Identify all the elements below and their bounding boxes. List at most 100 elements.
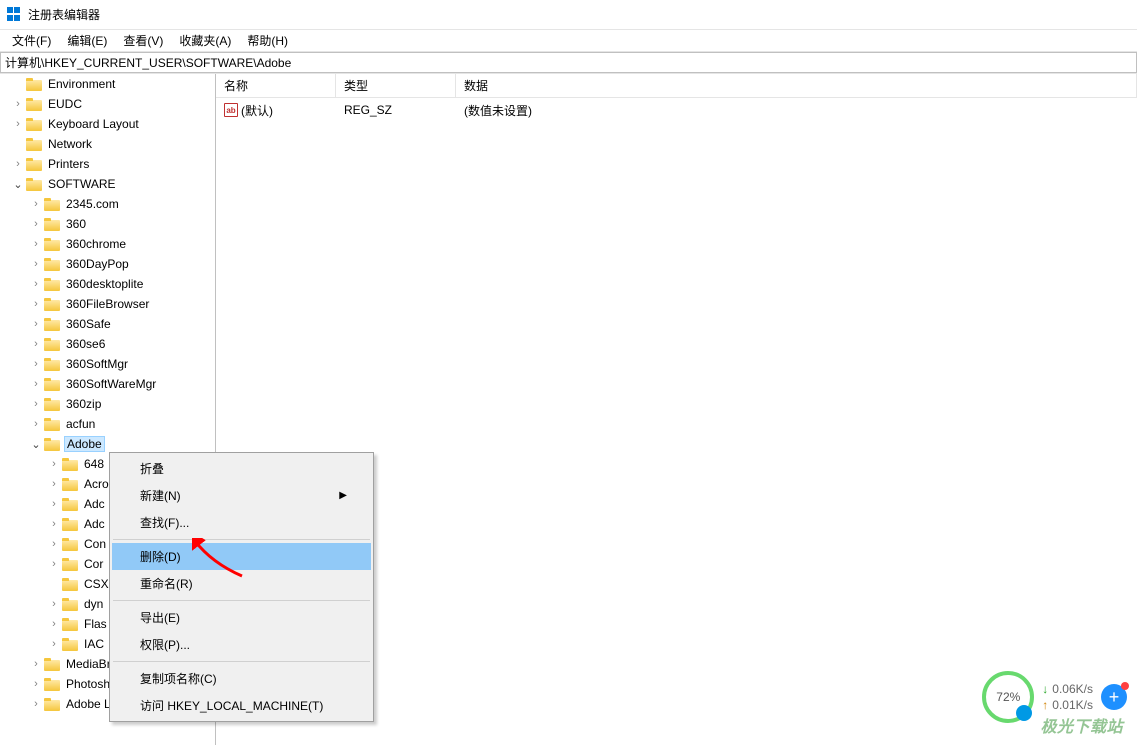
col-name[interactable]: 名称 (216, 74, 336, 97)
folder-icon (44, 378, 60, 391)
expander-icon[interactable]: › (28, 398, 44, 410)
expander-icon[interactable]: › (46, 458, 62, 470)
tree-item[interactable]: ›360SoftWareMgr (0, 374, 215, 394)
upload-arrow-icon: ↑ (1042, 698, 1048, 712)
folder-icon (26, 98, 42, 111)
expander-icon[interactable]: › (28, 298, 44, 310)
download-arrow-icon: ↓ (1042, 682, 1048, 696)
expander-icon[interactable]: › (28, 318, 44, 330)
widget-stats: ↓0.06K/s ↑0.01K/s (1042, 682, 1093, 712)
expander-icon[interactable]: › (46, 558, 62, 570)
tree-item-printers[interactable]: › Printers (0, 154, 215, 174)
folder-icon (44, 198, 60, 211)
expander-icon[interactable]: › (28, 198, 44, 210)
context-menu-item[interactable]: 新建(N)▶ (112, 482, 371, 509)
tree-item[interactable]: ›acfun (0, 414, 215, 434)
expander-icon[interactable]: ⌄ (10, 178, 26, 191)
expander-icon[interactable]: › (28, 378, 44, 390)
tree-item[interactable]: ›360DayPop (0, 254, 215, 274)
context-menu: 折叠新建(N)▶查找(F)... 删除(D)重命名(R) 导出(E)权限(P)...… (109, 452, 374, 722)
folder-icon (62, 578, 78, 591)
menu-separator (113, 661, 370, 662)
expander-icon[interactable]: › (28, 218, 44, 230)
folder-icon (62, 638, 78, 651)
expander-icon[interactable]: › (46, 538, 62, 550)
tree-item[interactable]: ›360desktoplite (0, 274, 215, 294)
menu-favorites[interactable]: 收藏夹(A) (171, 30, 239, 51)
context-menu-item[interactable]: 访问 HKEY_LOCAL_MACHINE(T) (112, 692, 371, 719)
context-menu-item[interactable]: 查找(F)... (112, 509, 371, 536)
tree-item[interactable]: ›2345.com (0, 194, 215, 214)
expander-icon[interactable]: › (28, 238, 44, 250)
value-data: (数值未设置) (460, 102, 536, 119)
tree-item[interactable]: ›360se6 (0, 334, 215, 354)
context-menu-item[interactable]: 折叠 (112, 455, 371, 482)
list-row[interactable]: ab (默认) REG_SZ (数值未设置) (216, 100, 1137, 120)
folder-icon (44, 438, 60, 451)
expander-icon[interactable]: ⌄ (28, 438, 44, 451)
tree-item[interactable]: ›360zip (0, 394, 215, 414)
tree-item-adobe[interactable]: ⌄ Adobe (0, 434, 215, 454)
expander-icon[interactable]: › (28, 278, 44, 290)
widget-plus-button[interactable]: + (1101, 684, 1127, 710)
context-menu-item[interactable]: 导出(E) (112, 604, 371, 631)
folder-icon (62, 498, 78, 511)
expander-icon[interactable]: › (28, 658, 44, 670)
context-menu-item[interactable]: 删除(D) (112, 543, 371, 570)
context-menu-item[interactable]: 权限(P)... (112, 631, 371, 658)
menu-file[interactable]: 文件(F) (4, 30, 59, 51)
expander-icon[interactable]: › (28, 678, 44, 690)
tree-item-network[interactable]: Network (0, 134, 215, 154)
expander-icon[interactable]: › (10, 98, 26, 110)
expander-icon[interactable]: › (28, 358, 44, 370)
perf-widget[interactable]: 72% ↓0.06K/s ↑0.01K/s + (982, 671, 1127, 723)
folder-icon (26, 178, 42, 191)
address-bar[interactable]: 计算机\HKEY_CURRENT_USER\SOFTWARE\Adobe (0, 52, 1137, 73)
folder-icon (44, 298, 60, 311)
widget-percent-circle[interactable]: 72% (982, 671, 1034, 723)
folder-icon (44, 338, 60, 351)
folder-icon (44, 358, 60, 371)
value-type: REG_SZ (340, 103, 460, 117)
string-value-icon: ab (224, 103, 238, 117)
menu-help[interactable]: 帮助(H) (239, 30, 296, 51)
expander-icon[interactable]: › (46, 638, 62, 650)
tree-item[interactable]: ›360Safe (0, 314, 215, 334)
tree-item-software[interactable]: ⌄ SOFTWARE (0, 174, 215, 194)
folder-icon (44, 658, 60, 671)
expander-icon[interactable]: › (28, 338, 44, 350)
expander-icon[interactable]: › (46, 598, 62, 610)
submenu-arrow-icon: ▶ (339, 490, 347, 501)
folder-icon (62, 598, 78, 611)
tree-item[interactable]: ›360 (0, 214, 215, 234)
expander-icon[interactable]: › (10, 118, 26, 130)
folder-icon (44, 258, 60, 271)
expander-icon[interactable]: › (28, 418, 44, 430)
tree-item[interactable]: ›360SoftMgr (0, 354, 215, 374)
expander-icon[interactable]: › (46, 618, 62, 630)
expander-icon[interactable]: › (28, 698, 44, 710)
address-text: 计算机\HKEY_CURRENT_USER\SOFTWARE\Adobe (5, 54, 291, 71)
folder-icon (62, 538, 78, 551)
context-menu-item[interactable]: 重命名(R) (112, 570, 371, 597)
folder-icon (26, 78, 42, 91)
expander-icon[interactable]: › (46, 498, 62, 510)
expander-icon[interactable]: › (28, 258, 44, 270)
tree-item-eudc[interactable]: › EUDC (0, 94, 215, 114)
folder-icon (44, 398, 60, 411)
tree-item-environment[interactable]: Environment (0, 74, 215, 94)
col-type[interactable]: 类型 (336, 74, 456, 97)
expander-icon[interactable]: › (46, 518, 62, 530)
tree-item[interactable]: ›360chrome (0, 234, 215, 254)
expander-icon[interactable]: › (10, 158, 26, 170)
folder-icon (62, 458, 78, 471)
col-data[interactable]: 数据 (456, 74, 1137, 97)
tree-item[interactable]: ›360FileBrowser (0, 294, 215, 314)
menu-edit[interactable]: 编辑(E) (59, 30, 115, 51)
list-header: 名称 类型 数据 (216, 74, 1137, 98)
context-menu-item[interactable]: 复制项名称(C) (112, 665, 371, 692)
expander-icon[interactable]: › (46, 478, 62, 490)
tree-item-keyboard-layout[interactable]: › Keyboard Layout (0, 114, 215, 134)
menu-view[interactable]: 查看(V) (115, 30, 171, 51)
folder-icon (62, 518, 78, 531)
